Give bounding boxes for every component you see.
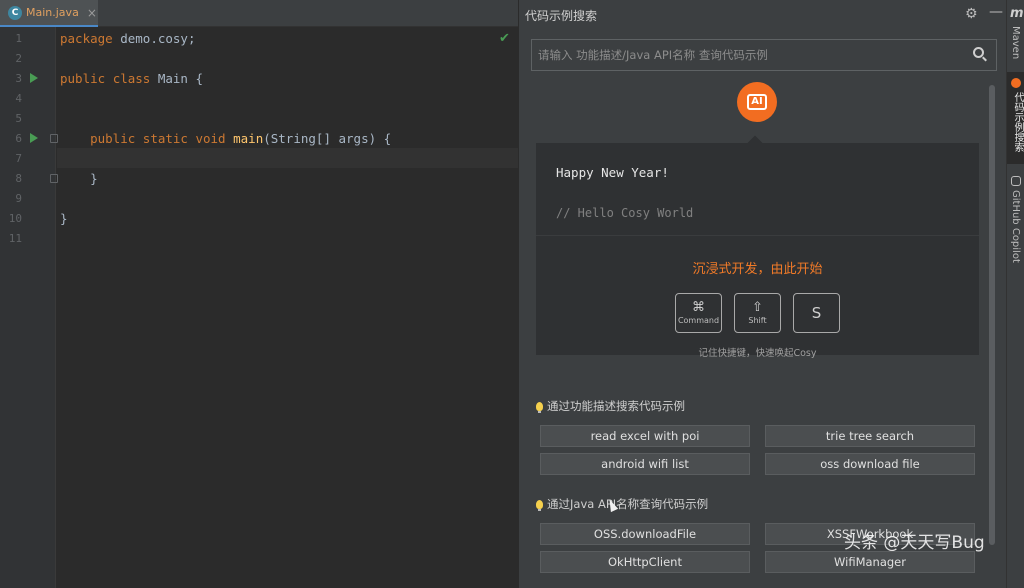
code-token: public (60, 131, 136, 146)
java-class-icon: C (8, 5, 22, 20)
comment-text: // Hello Cosy World (556, 206, 694, 220)
tab-label: Main.java (26, 6, 79, 19)
copilot-icon (1011, 176, 1021, 186)
key-command: ⌘ Command (675, 293, 722, 333)
command-icon: ⌘ (692, 300, 705, 315)
shift-icon: ⇧ (752, 300, 763, 315)
code-line: public static void main(String[] args) { (60, 131, 391, 146)
line-number: 1 (15, 32, 22, 45)
section-title-api: 通过Java API名称查询代码示例 (536, 496, 708, 512)
code-token: } (60, 171, 98, 186)
code-search-panel: 代码示例搜索 ⚙ — AI Happy New Year! // Hello C… (518, 0, 1006, 588)
tab-main-java[interactable]: C Main.java × (0, 0, 98, 27)
lightbulb-icon (536, 401, 543, 413)
minimize-icon[interactable]: — (989, 4, 1003, 20)
code-token: class (112, 71, 151, 86)
api-chip[interactable]: OSS.downloadFile (540, 523, 750, 545)
run-main-icon[interactable] (30, 133, 38, 143)
panel-header: 代码示例搜索 ⚙ — (519, 0, 1007, 30)
greeting-text: Happy New Year! (556, 165, 669, 180)
welcome-card: Happy New Year! // Hello Cosy World 沉浸式开… (536, 143, 979, 359)
code-line: public class Main { (60, 71, 203, 86)
editor-tab-bar: C Main.java × (0, 0, 518, 27)
code-line: package demo.cosy; (60, 31, 195, 46)
line-number: 4 (15, 92, 22, 105)
example-chip[interactable]: read excel with poi (540, 425, 750, 447)
slogan-text: 沉浸式开发，由此开始 (692, 262, 823, 277)
lightbulb-icon (536, 499, 543, 511)
stripe-button-maven[interactable]: Maven (1010, 26, 1021, 59)
close-icon[interactable]: × (87, 6, 97, 20)
current-line-highlight (57, 148, 518, 168)
code-token: (String[] args) { (263, 131, 392, 146)
watermark: 头条 @天天写Bug (844, 533, 985, 553)
line-number: 11 (8, 232, 22, 245)
line-number: 10 (8, 212, 22, 225)
maven-logo-icon: m (1010, 6, 1024, 21)
code-token: public (60, 71, 106, 86)
section-title-desc: 通过功能描述搜索代码示例 (536, 398, 685, 414)
ai-logo-icon: AI (737, 82, 777, 122)
example-chip[interactable]: oss download file (765, 453, 975, 475)
code-token: package (60, 31, 113, 46)
shortcut-hint: 记住快捷键，快速唤起Cosy (698, 348, 817, 359)
key-shift: ⇧ Shift (734, 293, 781, 333)
divider (536, 235, 979, 236)
line-number: 8 (15, 172, 22, 185)
ai-logo-text: AI (747, 94, 767, 110)
line-number: 3 (15, 72, 22, 85)
line-number: 2 (15, 52, 22, 65)
gear-icon[interactable]: ⚙ (965, 6, 978, 22)
search-box[interactable] (531, 39, 997, 71)
code-token: void (195, 131, 226, 146)
code-line: } (60, 171, 98, 186)
key-letter: S (811, 304, 822, 322)
shortcut-keys: ⌘ Command ⇧ Shift S (675, 293, 840, 333)
search-icon[interactable] (973, 47, 984, 58)
cosy-icon (1011, 78, 1021, 88)
scrollbar[interactable] (989, 85, 995, 545)
check-icon: ✔ (499, 31, 510, 46)
code-token: demo.cosy; (112, 31, 196, 46)
line-number: 7 (15, 152, 22, 165)
search-input[interactable] (532, 41, 952, 69)
key-caption: Shift (748, 316, 767, 325)
code-line: } (60, 211, 68, 226)
section-title-text: 通过Java API名称查询代码示例 (547, 497, 709, 511)
run-class-icon[interactable] (30, 73, 38, 83)
code-token: static (142, 131, 188, 146)
stripe-button-code-search[interactable]: 代码示例搜索 (1010, 92, 1024, 152)
code-token: } (60, 211, 68, 226)
example-chip[interactable]: android wifi list (540, 453, 750, 475)
line-gutter: 1 2 3 4 5 6 7 8 9 10 11 (0, 27, 58, 588)
line-number: 5 (15, 112, 22, 125)
code-area[interactable]: ✔ package demo.cosy; public class Main { … (57, 27, 518, 588)
section-title-text: 通过功能描述搜索代码示例 (547, 399, 685, 413)
code-token: main (233, 131, 264, 146)
example-chip[interactable]: trie tree search (765, 425, 975, 447)
api-chip[interactable]: OkHttpClient (540, 551, 750, 573)
panel-title: 代码示例搜索 (525, 9, 598, 23)
key-caption: Command (677, 316, 720, 325)
tool-window-stripe: m Maven 代码示例搜索 GitHub Copilot (1006, 0, 1024, 588)
code-editor[interactable]: C Main.java × 1 2 3 4 5 6 7 8 9 10 11 ✔ package de… (0, 0, 518, 588)
key-s: S (793, 293, 840, 333)
api-chip[interactable]: WifiManager (765, 551, 975, 573)
stripe-button-copilot[interactable]: GitHub Copilot (1010, 190, 1021, 263)
code-token: Main { (150, 71, 204, 86)
line-number: 9 (15, 192, 22, 205)
line-number: 6 (15, 132, 22, 145)
